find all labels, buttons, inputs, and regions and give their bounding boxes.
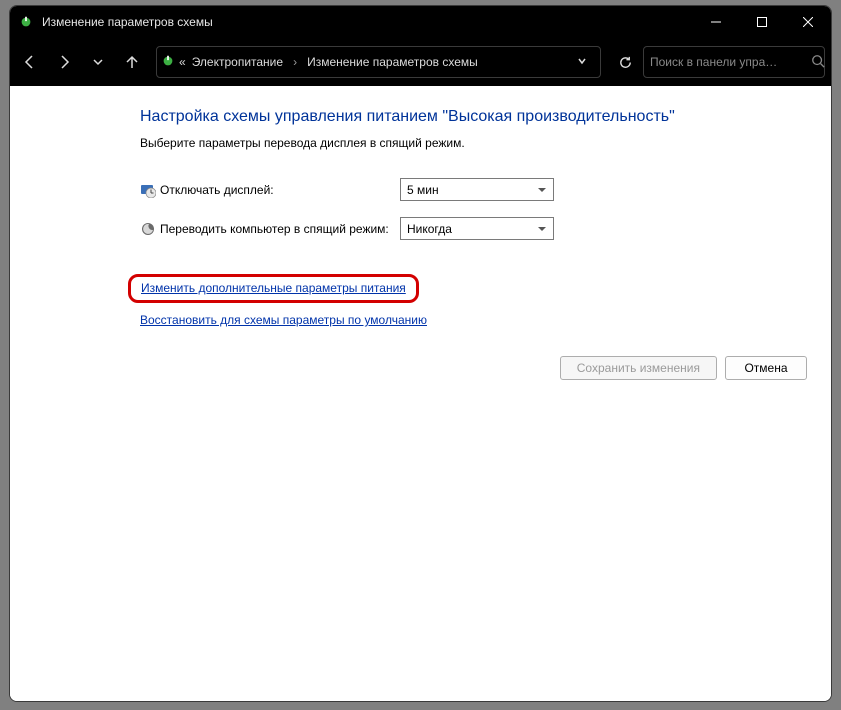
window: Изменение параметров схемы: [9, 5, 832, 702]
content-area: Настройка схемы управления питанием "Выс…: [10, 86, 831, 701]
search-input[interactable]: [650, 55, 805, 69]
chevron-right-icon: ›: [287, 55, 303, 69]
address-bar[interactable]: « Электропитание › Изменение параметров …: [156, 46, 601, 78]
advanced-settings-link[interactable]: Изменить дополнительные параметры питани…: [141, 279, 406, 297]
save-button: Сохранить изменения: [560, 356, 717, 380]
page-subtext: Выберите параметры перевода дисплея в сп…: [140, 136, 791, 150]
select-value: Никогда: [407, 222, 452, 236]
sleep-icon: [140, 221, 160, 237]
links-section: Изменить дополнительные параметры питани…: [140, 274, 791, 343]
breadcrumb-item-2[interactable]: Изменение параметров схемы: [305, 53, 480, 71]
highlight-annotation: Изменить дополнительные параметры питани…: [128, 274, 419, 303]
recent-locations-button[interactable]: [82, 46, 114, 78]
setting-label: Отключать дисплей:: [160, 183, 400, 197]
button-row: Сохранить изменения Отмена: [560, 356, 807, 380]
page-title: Настройка схемы управления питанием "Выс…: [140, 108, 791, 126]
up-button[interactable]: [116, 46, 148, 78]
search-icon: [811, 54, 825, 71]
minimize-button[interactable]: [693, 6, 739, 38]
back-button[interactable]: [14, 46, 46, 78]
display-timeout-icon: [140, 182, 160, 198]
breadcrumb-prefix: «: [177, 53, 188, 71]
refresh-button[interactable]: [609, 46, 641, 78]
select-value: 5 мин: [407, 183, 439, 197]
setting-row-sleep: Переводить компьютер в спящий режим: Ник…: [140, 217, 791, 240]
search-box[interactable]: [643, 46, 825, 78]
display-off-select[interactable]: 5 мин: [400, 178, 554, 201]
cancel-button[interactable]: Отмена: [725, 356, 807, 380]
window-controls: [693, 6, 831, 38]
window-title: Изменение параметров схемы: [42, 15, 213, 29]
close-button[interactable]: [785, 6, 831, 38]
breadcrumb-item-1[interactable]: Электропитание: [190, 53, 285, 71]
restore-defaults-link[interactable]: Восстановить для схемы параметры по умол…: [140, 311, 427, 329]
navbar: « Электропитание › Изменение параметров …: [10, 38, 831, 86]
location-icon: [161, 54, 175, 71]
sleep-select[interactable]: Никогда: [400, 217, 554, 240]
app-icon: [18, 14, 34, 30]
chevron-down-icon[interactable]: [568, 55, 596, 69]
maximize-button[interactable]: [739, 6, 785, 38]
setting-row-display-off: Отключать дисплей: 5 мин: [140, 178, 791, 201]
setting-label: Переводить компьютер в спящий режим:: [160, 222, 400, 236]
titlebar: Изменение параметров схемы: [10, 6, 831, 38]
forward-button[interactable]: [48, 46, 80, 78]
